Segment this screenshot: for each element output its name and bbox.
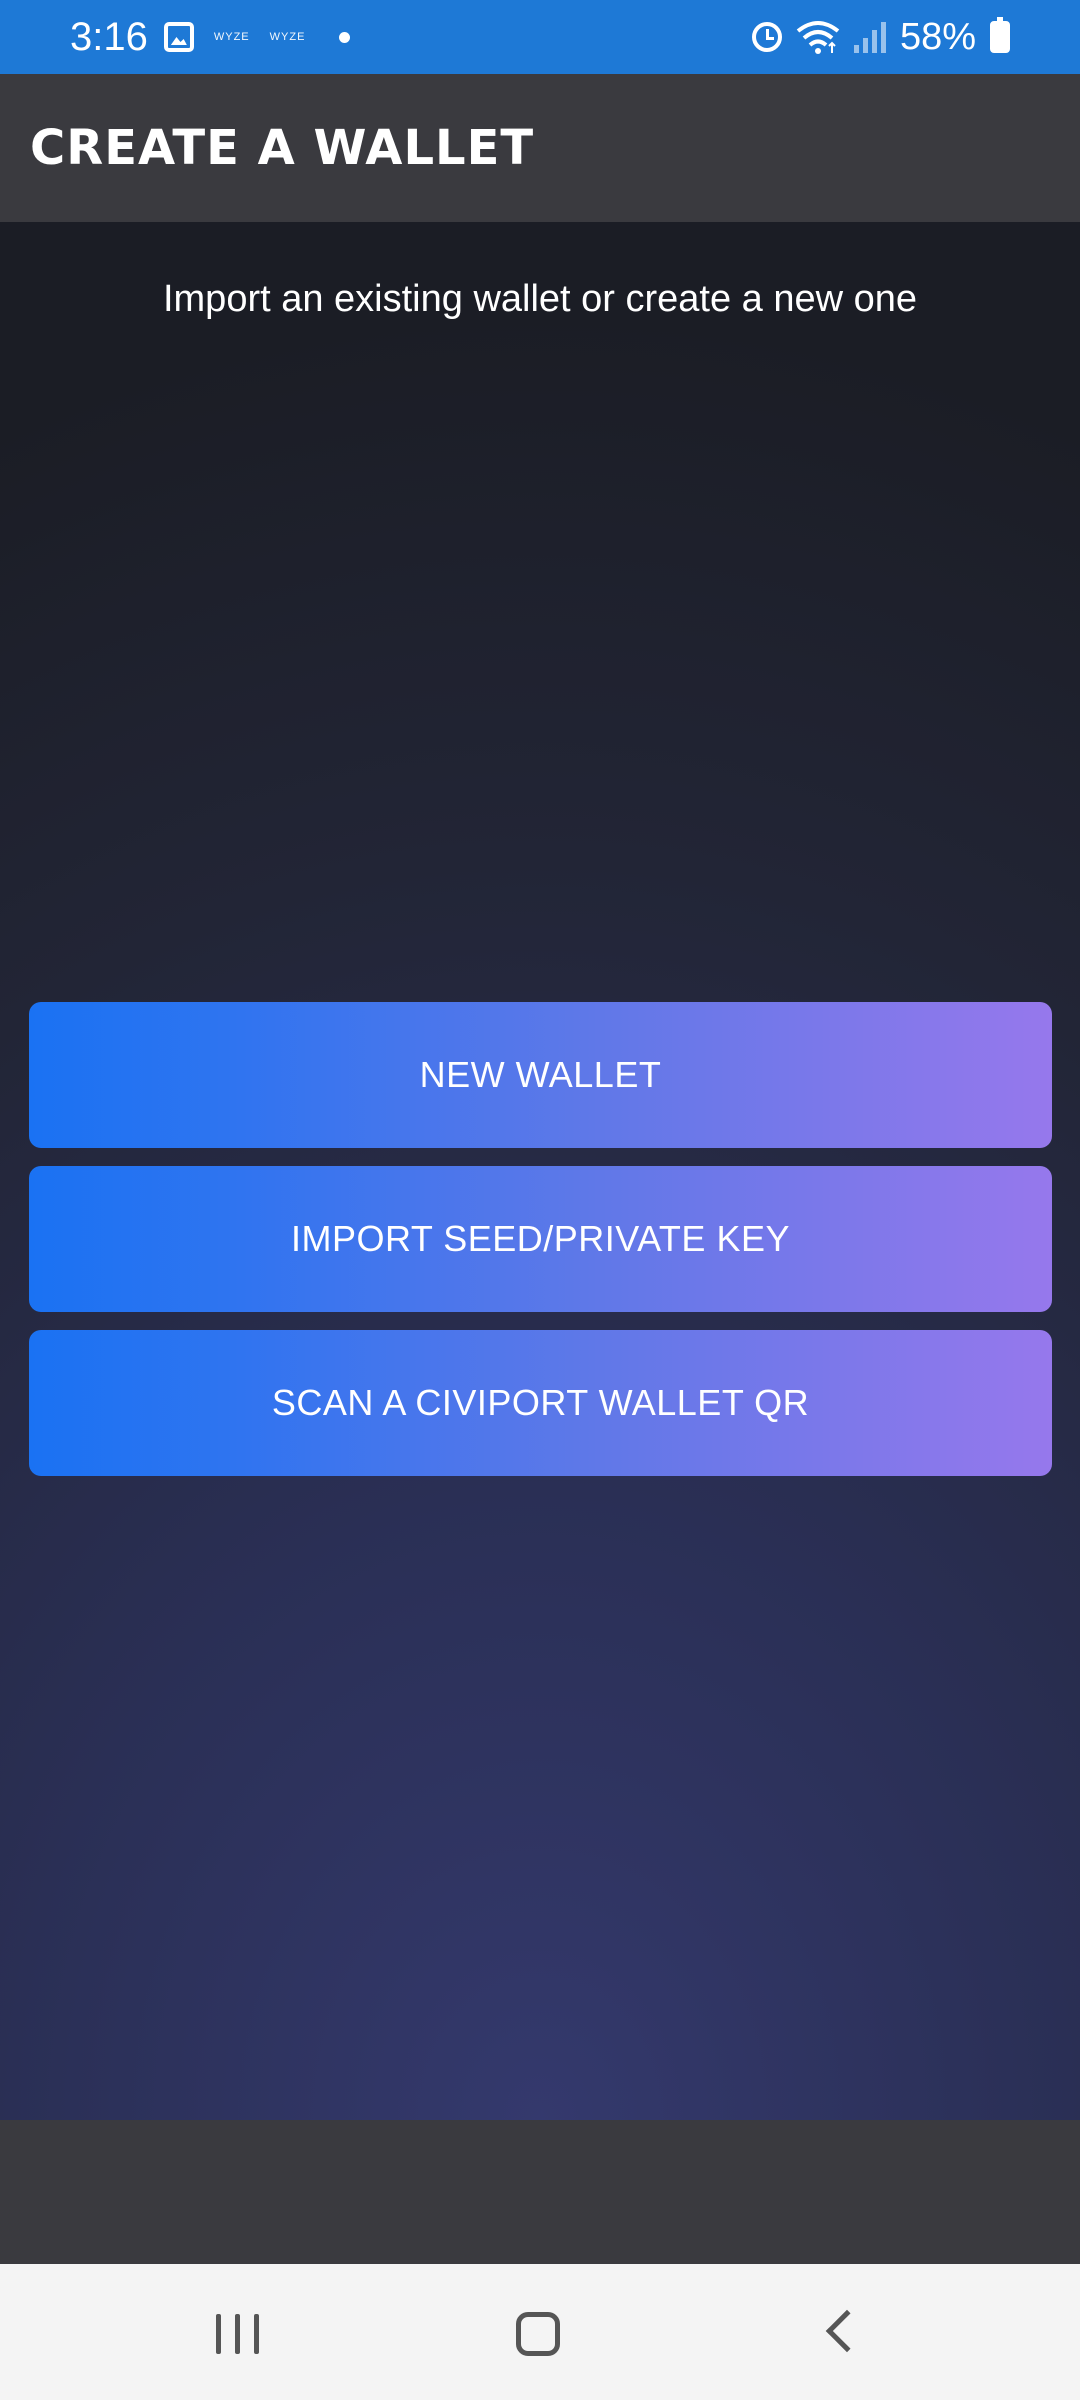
status-right: 58% — [751, 0, 1010, 74]
main-content: Import an existing wallet or create a ne… — [0, 222, 1080, 2120]
status-time: 3:16 — [70, 14, 148, 59]
back-icon[interactable] — [825, 2309, 869, 2353]
wifi-icon — [796, 19, 840, 55]
import-seed-button[interactable]: IMPORT SEED/PRIVATE KEY — [29, 1166, 1052, 1312]
subtitle: Import an existing wallet or create a ne… — [162, 278, 918, 320]
status-left: 3:16 WYZE WYZE — [70, 0, 351, 74]
new-wallet-button[interactable]: NEW WALLET — [29, 1002, 1052, 1148]
image-icon — [163, 22, 194, 52]
app-bar: CREATE A WALLET — [0, 74, 1080, 222]
scan-qr-button[interactable]: SCAN A CIVIPORT WALLET QR — [29, 1330, 1052, 1476]
wyze-icon: WYZE — [269, 31, 306, 43]
recents-icon[interactable] — [216, 2314, 259, 2354]
signal-icon — [853, 21, 886, 53]
alarm-icon — [751, 22, 782, 52]
page-title: CREATE A WALLET — [30, 120, 535, 176]
battery-icon — [990, 17, 1010, 53]
battery-percent: 58% — [899, 15, 976, 58]
status-bar: 3:16 WYZE WYZE 58% — [0, 0, 1080, 74]
footer-bar — [0, 2120, 1080, 2264]
dot-icon — [339, 31, 351, 43]
wyze-icon: WYZE — [213, 31, 250, 43]
system-nav-bar — [0, 2264, 1080, 2400]
home-icon[interactable] — [516, 2312, 560, 2356]
